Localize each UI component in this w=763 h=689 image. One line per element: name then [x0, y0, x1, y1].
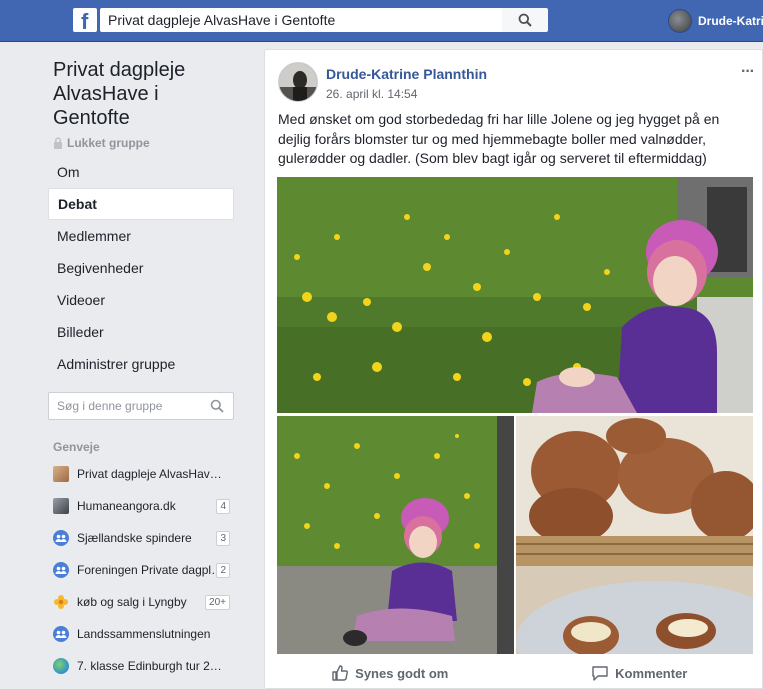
post-timestamp[interactable]: 26. april kl. 14:54	[326, 87, 417, 101]
profile-link[interactable]: Drude-Katrine	[668, 9, 763, 33]
group-photo-icon	[53, 466, 69, 482]
shortcut-label: Sjællandske spindere	[77, 531, 192, 545]
global-search-input[interactable]: Privat dagpleje AlvasHave i Gentofte	[100, 8, 502, 32]
lock-icon	[54, 137, 62, 149]
flower-icon	[53, 594, 69, 610]
shortcut-item[interactable]: Sjællandske spindere 3	[48, 522, 234, 554]
like-button[interactable]: Synes godt om	[265, 656, 515, 688]
shortcuts-heading: Genveje	[53, 440, 100, 454]
comment-button[interactable]: Kommenter	[515, 656, 763, 688]
shortcut-item[interactable]: 7. klasse Edinburgh tur 2017	[48, 650, 234, 682]
shortcut-item[interactable]: Privat dagpleje AlvasHave i Gentofte	[48, 458, 234, 490]
nav-item-debat[interactable]: Debat	[48, 188, 234, 220]
group-nav: Om Debat Medlemmer Begivenheder Videoer …	[48, 156, 238, 380]
comment-icon	[592, 666, 608, 681]
group-sidebar: Privat dagpleje AlvasHave i Gentofte Luk…	[48, 56, 238, 682]
facebook-logo-letter: f	[81, 9, 89, 34]
avatar[interactable]	[278, 62, 318, 102]
shortcuts-list: Privat dagpleje AlvasHave i Gentofte Hum…	[48, 458, 238, 682]
profile-name: Drude-Katrine	[698, 14, 763, 28]
group-photo-icon	[53, 498, 69, 514]
post-text: Med ønsket om god storbededag fri har li…	[278, 111, 720, 166]
group-privacy: Lukket gruppe	[48, 136, 238, 150]
shortcut-label: Humaneangora.dk	[77, 499, 176, 513]
group-icon	[53, 530, 69, 546]
privacy-label: Lukket gruppe	[67, 136, 150, 150]
post-photo[interactable]	[277, 416, 514, 654]
nav-item-medlemmer[interactable]: Medlemmer	[48, 220, 234, 252]
notification-count-badge: 3	[216, 531, 230, 546]
notification-count-badge: 4	[216, 499, 230, 514]
nav-item-billeder[interactable]: Billeder	[48, 316, 234, 348]
shortcut-item[interactable]: køb og salg i Lyngby 20+	[48, 586, 234, 618]
nav-item-administrer-gruppe[interactable]: Administrer gruppe	[48, 348, 234, 380]
shortcut-label: Privat dagpleje AlvasHave i Gentofte	[77, 467, 227, 481]
group-search-placeholder: Søg i denne gruppe	[57, 399, 163, 413]
nav-item-om[interactable]: Om	[48, 156, 234, 188]
nav-item-begivenheder[interactable]: Begivenheder	[48, 252, 234, 284]
post-card: Drude-Katrine Plannthin 26. april kl. 14…	[264, 49, 763, 689]
post-photo-image	[277, 177, 753, 413]
post-author-link[interactable]: Drude-Katrine Plannthin	[326, 66, 487, 82]
notification-count-badge: 20+	[205, 595, 230, 610]
group-icon	[53, 562, 69, 578]
group-search-input[interactable]: Søg i denne gruppe	[48, 392, 234, 420]
global-search-button[interactable]	[502, 8, 548, 32]
group-title[interactable]: Privat dagpleje AlvasHave i Gentofte	[48, 58, 238, 130]
shortcut-label: 7. klasse Edinburgh tur 2017	[77, 659, 227, 673]
post-photo-image	[516, 416, 753, 654]
search-icon	[210, 399, 224, 413]
group-icon	[53, 626, 69, 642]
more-options-icon[interactable]: ···	[741, 63, 755, 81]
top-navigation-bar: f Privat dagpleje AlvasHave i Gentofte D…	[0, 0, 763, 42]
nav-item-videoer[interactable]: Videoer	[48, 284, 234, 316]
notification-count-badge: 2	[216, 563, 230, 578]
like-label: Synes godt om	[355, 665, 449, 681]
comment-label: Kommenter	[615, 665, 688, 681]
shortcut-label: Foreningen Private dagplejere	[77, 563, 227, 577]
search-icon	[518, 13, 532, 27]
facebook-logo-icon[interactable]: f	[73, 8, 97, 34]
post-photo[interactable]	[516, 416, 753, 654]
post-actions: Synes godt om Kommenter	[265, 656, 763, 688]
shortcut-label: Landssammenslutningen	[77, 627, 211, 641]
avatar	[668, 9, 692, 33]
shortcut-item[interactable]: Foreningen Private dagplejere 2	[48, 554, 234, 586]
globe-icon	[53, 658, 69, 674]
post-photo[interactable]	[277, 177, 753, 413]
like-icon	[332, 665, 349, 681]
shortcut-item[interactable]: Landssammenslutningen	[48, 618, 234, 650]
shortcut-item[interactable]: Humaneangora.dk 4	[48, 490, 234, 522]
post-photo-image	[277, 416, 514, 654]
